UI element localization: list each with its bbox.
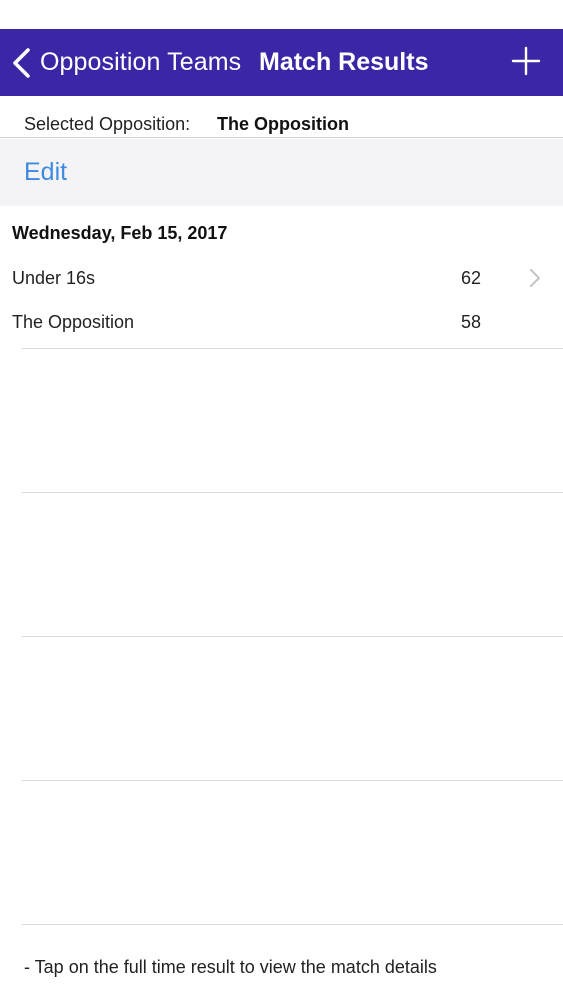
home-team-name: Under 16s [12,267,96,288]
selected-opposition-row: Selected Opposition: The Opposition [0,96,563,138]
row-separator [22,492,563,493]
match-result-row[interactable]: The Opposition 58 [0,300,563,344]
back-button-label: Opposition Teams [40,48,242,76]
row-separator [22,348,563,349]
edit-toolbar: Edit [0,139,563,206]
row-separator [22,924,563,925]
row-separator [22,780,563,781]
navigation-bar: Opposition Teams Match Results [0,29,563,96]
selected-opposition-label: Selected Opposition: [24,114,191,134]
footer-hint: - Tap on the full time result to view th… [24,957,437,977]
page-title: Match Results [259,48,429,76]
match-result-row[interactable]: Under 16s 62 [0,256,563,300]
selected-opposition-value: The Opposition [217,114,349,134]
home-team-score: 62 [460,267,481,288]
chevron-left-icon [13,47,30,78]
chevron-right-icon [530,269,540,287]
status-bar [0,0,563,29]
match-results-list: Wednesday, Feb 15, 2017 Under 16s 62 The… [0,206,563,1000]
back-button[interactable]: Opposition Teams [10,29,241,96]
away-team-name: The Opposition [12,311,135,332]
row-separator [22,636,563,637]
away-team-score: 58 [460,311,481,332]
add-match-button[interactable] [511,46,541,76]
match-date-header: Wednesday, Feb 15, 2017 [12,223,228,243]
edit-button[interactable]: Edit [24,139,67,206]
plus-icon [511,46,541,76]
